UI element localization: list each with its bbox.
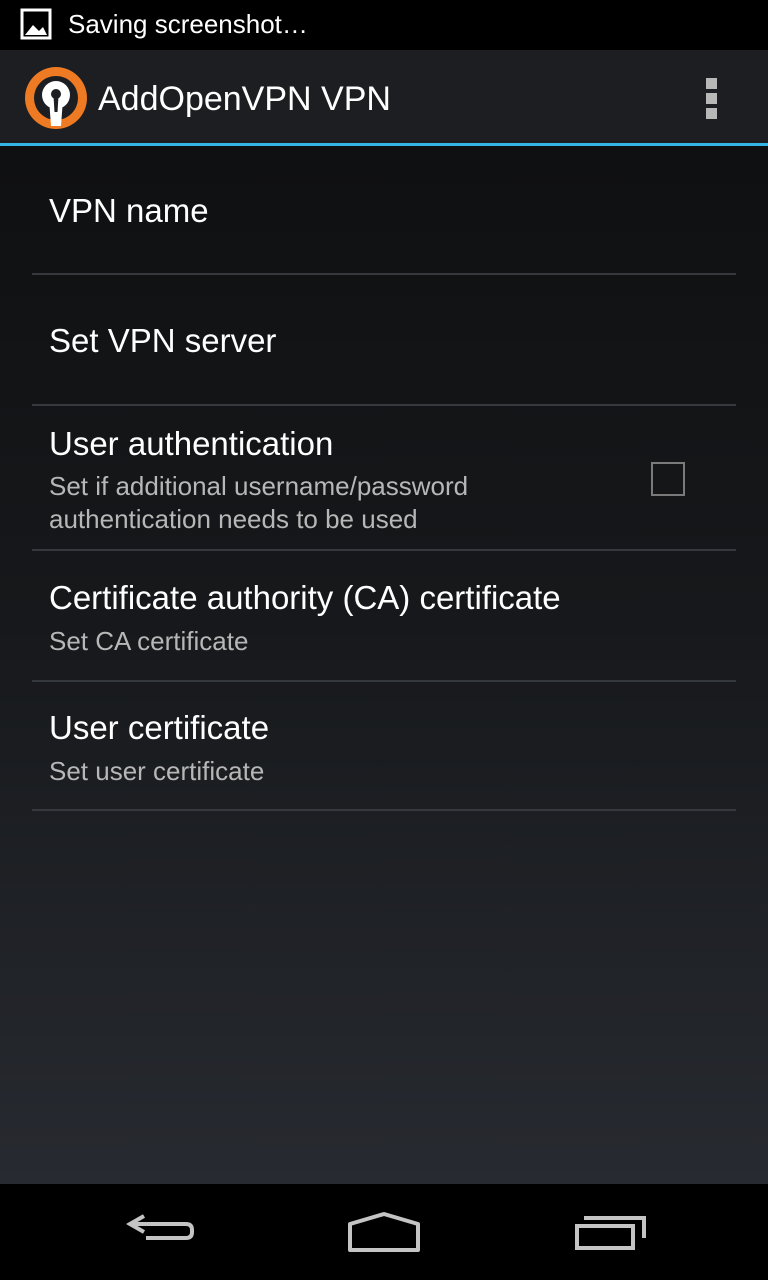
status-notification-text: Saving screenshot… (68, 9, 308, 39)
pref-user-certificate[interactable]: User certificate Set user certificate (32, 682, 736, 810)
home-icon[interactable] (334, 1198, 434, 1268)
pref-title: Set VPN server (49, 322, 277, 359)
pref-summary: Set CA certificate (49, 626, 249, 656)
divider (32, 809, 736, 811)
pref-vpn-server[interactable]: Set VPN server (32, 276, 736, 404)
openvpn-logo[interactable] (24, 66, 88, 130)
back-icon[interactable] (110, 1198, 210, 1268)
recent-apps-icon[interactable] (560, 1198, 660, 1268)
divider (32, 549, 736, 551)
pref-title: VPN name (49, 192, 209, 229)
pref-title: User certificate (49, 709, 270, 746)
pref-title: User authentication (49, 425, 334, 462)
pref-summary: Set if additional username/password (49, 471, 469, 501)
overflow-menu-icon[interactable] (692, 68, 732, 128)
pref-vpn-name[interactable]: VPN name (32, 146, 736, 274)
pref-user-authentication[interactable]: User authentication Set if additional us… (32, 406, 736, 550)
pref-ca-certificate[interactable]: Certificate authority (CA) certificate S… (32, 552, 736, 680)
overflow-dot (706, 108, 717, 119)
pref-title: Certificate authority (CA) certificate (49, 579, 561, 616)
pref-summary: Set user certificate (49, 756, 265, 786)
screen: Saving screenshot… AddOpenVPN VPN VPN na… (0, 0, 768, 1280)
image-icon (20, 8, 52, 40)
app-title: AddOpenVPN VPN (98, 80, 391, 118)
divider (32, 273, 736, 275)
overflow-dot (706, 93, 717, 104)
user-authentication-checkbox[interactable] (651, 462, 685, 496)
pref-summary: authentication needs to be used (49, 504, 418, 534)
overflow-dot (706, 78, 717, 89)
